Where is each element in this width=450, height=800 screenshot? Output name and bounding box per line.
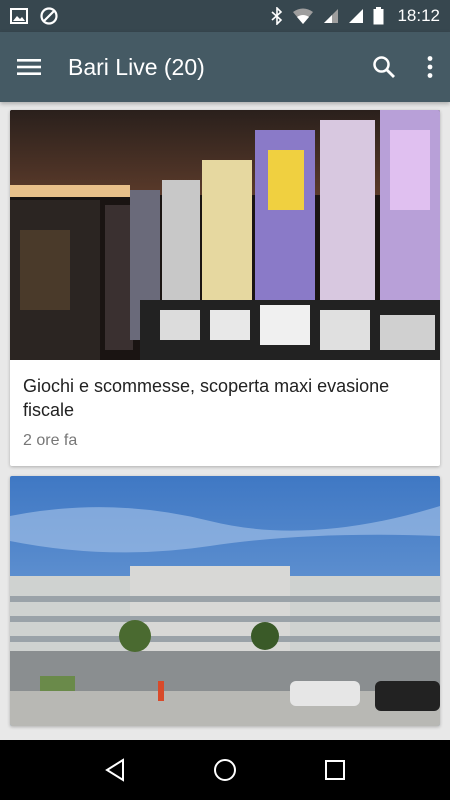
slot-machines-photo	[10, 110, 440, 360]
back-icon[interactable]	[104, 758, 126, 782]
signal-icon	[323, 8, 339, 24]
page-title: Bari Live (20)	[68, 53, 205, 80]
bluetooth-icon	[271, 7, 283, 25]
article-card[interactable]: Giochi e scommesse, scoperta maxi evasio…	[10, 110, 440, 466]
recents-icon[interactable]	[324, 759, 346, 781]
wifi-icon	[292, 8, 314, 24]
home-icon[interactable]	[213, 758, 237, 782]
search-icon[interactable]	[372, 55, 396, 79]
article-card[interactable]	[10, 476, 440, 726]
battery-icon	[373, 7, 384, 25]
app-bar: Bari Live (20)	[0, 32, 450, 102]
article-list: Giochi e scommesse, scoperta maxi evasio…	[0, 102, 450, 740]
article-title: Giochi e scommesse, scoperta maxi evasio…	[23, 376, 390, 420]
hamburger-menu-icon[interactable]	[16, 57, 42, 77]
status-time: 18:12	[397, 6, 440, 25]
blocked-icon	[40, 7, 58, 25]
navigation-bar	[0, 740, 450, 800]
overflow-menu-icon[interactable]	[426, 55, 434, 79]
office-building-photo	[10, 476, 440, 726]
signal-icon	[348, 8, 364, 24]
status-bar: 18:12	[0, 0, 450, 32]
image-icon	[10, 8, 28, 24]
article-timestamp: 2 ore fa	[23, 432, 78, 449]
